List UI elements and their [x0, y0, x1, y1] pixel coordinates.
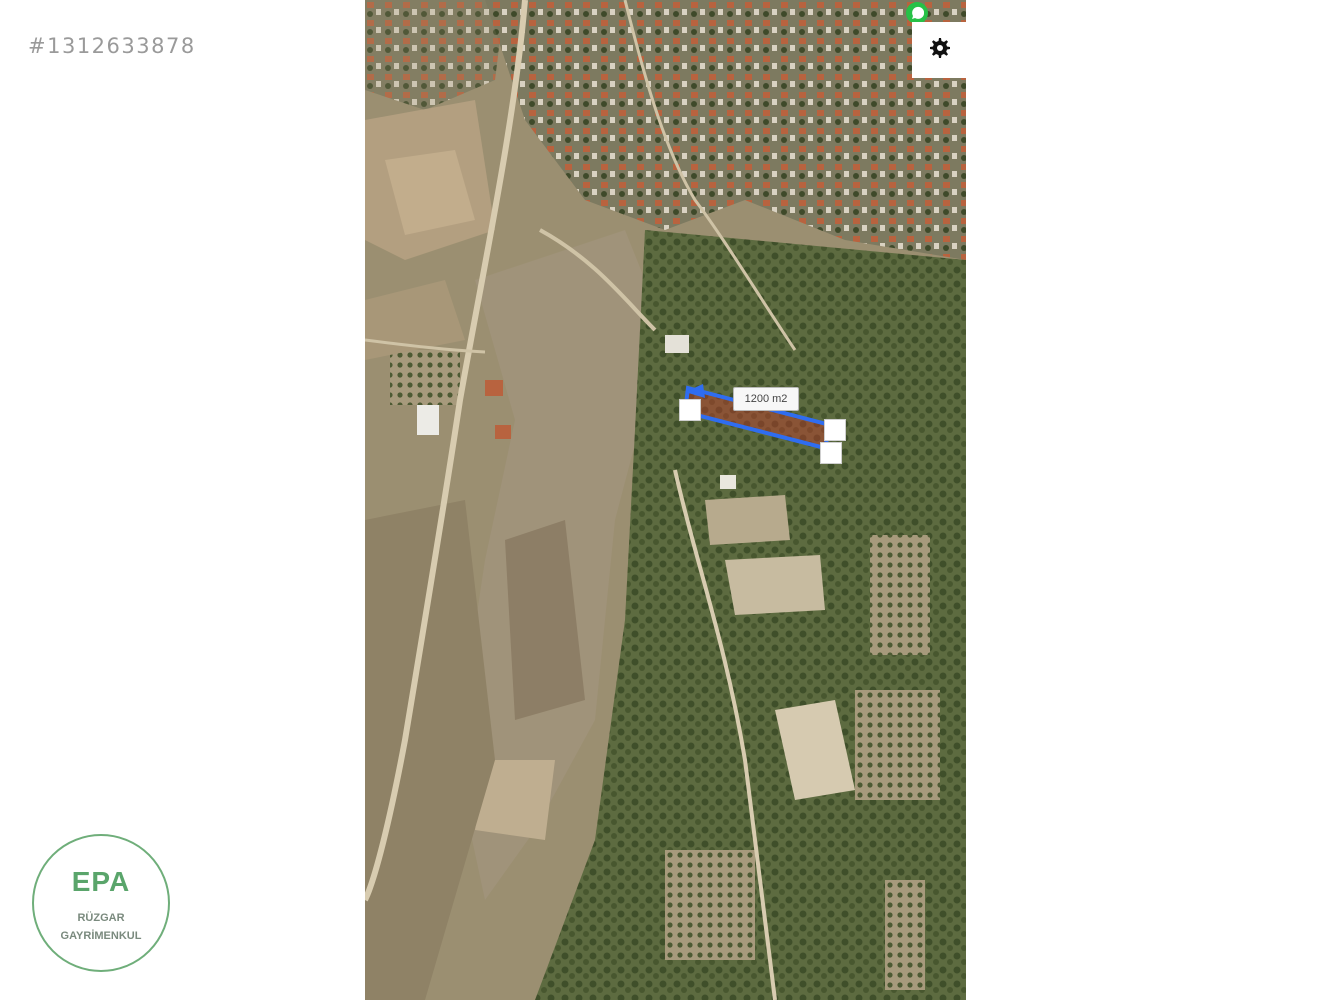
parcel-handle-west[interactable]: [679, 399, 701, 421]
company-logo: EPA RÜZGAR GAYRİMENKUL: [32, 834, 170, 972]
logo-mark: EPA: [71, 866, 131, 897]
whatsapp-icon[interactable]: [906, 2, 928, 24]
satellite-map[interactable]: [365, 0, 966, 1000]
satellite-imagery: [365, 0, 966, 1000]
gear-icon: [927, 36, 951, 64]
parcel-handle-east-top[interactable]: [824, 419, 846, 441]
parcel-area-label: 1200 m2: [733, 387, 799, 411]
settings-button[interactable]: [912, 22, 966, 78]
logo-company-name: RÜZGAR: [77, 912, 125, 924]
listing-id: #1312633878: [28, 34, 196, 58]
parcel-handle-east-bottom[interactable]: [820, 442, 842, 464]
logo-company-type: GAYRİMENKUL: [60, 930, 142, 942]
